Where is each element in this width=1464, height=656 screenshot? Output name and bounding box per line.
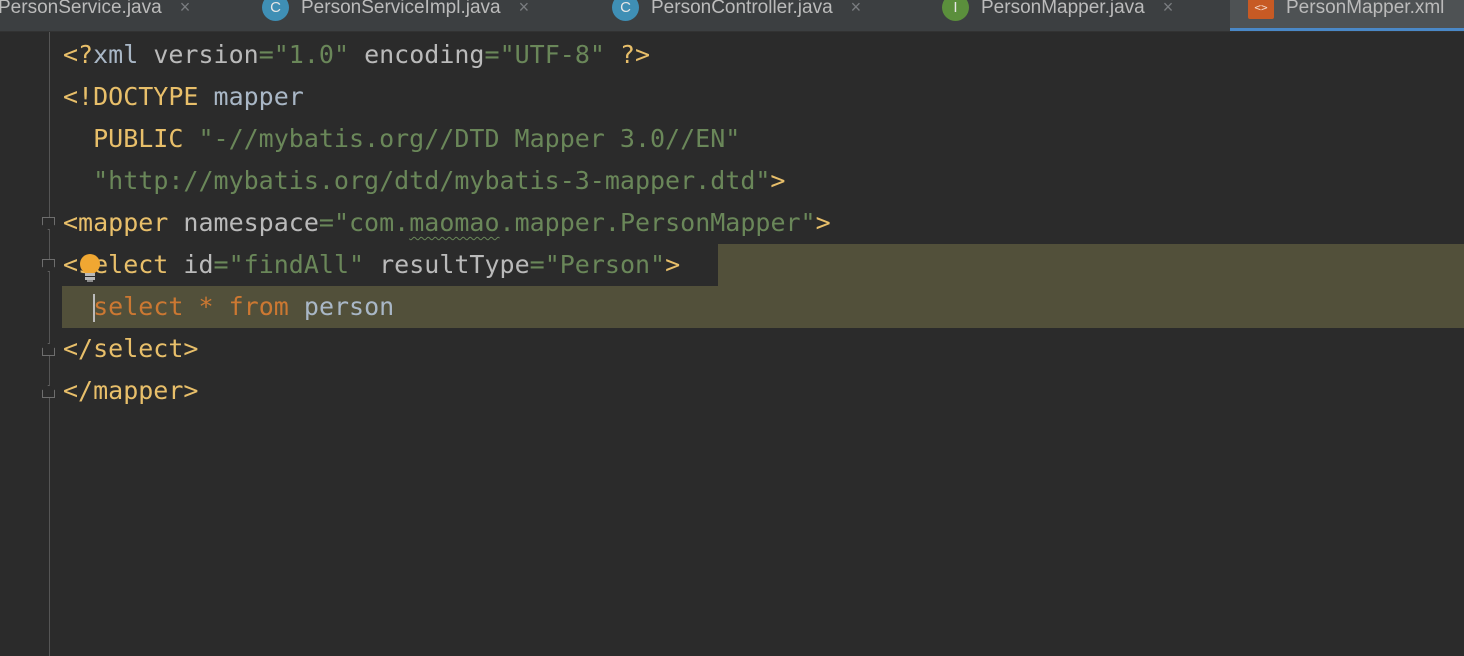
token: ?>: [604, 40, 651, 69]
tab-label: PersonController.java: [651, 0, 833, 18]
token: encoding: [364, 40, 485, 69]
tab-label: PersonMapper.java: [981, 0, 1145, 18]
token: <mapper: [63, 208, 184, 237]
class-icon: C: [262, 0, 289, 21]
code-line-2: <!DOCTYPE mapper: [63, 76, 304, 118]
token: =: [318, 208, 334, 237]
class-icon: C: [612, 0, 639, 21]
token: </mapper>: [63, 376, 199, 405]
fold-marker-icon[interactable]: [42, 385, 55, 398]
lightbulb-icon[interactable]: [79, 253, 101, 283]
tab-label: PersonMapper.xml: [1286, 0, 1445, 18]
token: mapper: [213, 82, 304, 111]
tab-personserviceimpl-java[interactable]: C PersonServiceImpl.java ×: [262, 0, 530, 31]
spellcheck-word[interactable]: maomao: [409, 208, 499, 237]
token: <!DOCTYPE: [63, 82, 214, 111]
token: xml: [93, 40, 154, 69]
code-line-6: <select id="findAll" resultType="Person"…: [63, 244, 680, 286]
token: "com.: [333, 208, 410, 237]
code-line-7: select * from person: [63, 286, 394, 328]
tab-label: PersonService.java: [0, 0, 162, 18]
token: >: [665, 250, 681, 279]
close-icon[interactable]: ×: [180, 0, 191, 16]
code-editor[interactable]: <?xml version="1.0" encoding="UTF-8" ?> …: [0, 32, 1464, 656]
close-icon[interactable]: ×: [851, 0, 862, 16]
tab-personservice-java[interactable]: PersonService.java ×: [0, 0, 191, 31]
sql-keyword: select: [93, 292, 184, 321]
token: </select>: [63, 334, 199, 363]
token: >: [815, 208, 831, 237]
token: =: [484, 40, 500, 69]
token: "http://mybatis.org/dtd/mybatis-3-mapper…: [93, 166, 771, 195]
editor-tab-bar: PersonService.java × C PersonServiceImpl…: [0, 0, 1464, 32]
fold-marker-icon[interactable]: [42, 217, 55, 230]
token: "findAll": [228, 250, 365, 279]
token: id: [183, 250, 214, 279]
token: =: [529, 250, 545, 279]
token: "Person": [544, 250, 666, 279]
token: .mapper.PersonMapper": [499, 208, 816, 237]
token: >: [770, 166, 786, 195]
tab-personcontroller-java[interactable]: C PersonController.java ×: [612, 0, 862, 31]
token: person: [303, 292, 395, 321]
token: version: [153, 40, 259, 69]
fold-marker-icon[interactable]: [42, 259, 55, 272]
token: "1.0": [273, 40, 350, 69]
fold-marker-icon[interactable]: [42, 343, 55, 356]
token: resultType: [379, 250, 530, 279]
tab-personmapper-xml[interactable]: <> PersonMapper.xml: [1230, 0, 1464, 31]
close-icon[interactable]: ×: [519, 0, 530, 16]
sql-keyword: from: [228, 292, 289, 321]
sql-keyword: *: [198, 292, 214, 321]
code-line-9: </mapper>: [63, 370, 198, 412]
token: =: [258, 40, 274, 69]
code-line-8: </select>: [63, 328, 198, 370]
code-line-4: "http://mybatis.org/dtd/mybatis-3-mapper…: [63, 160, 785, 202]
xml-file-icon: <>: [1248, 0, 1274, 19]
code-line-3: PUBLIC "-//mybatis.org//DTD Mapper 3.0//…: [63, 118, 740, 160]
token: <?: [63, 40, 94, 69]
close-icon[interactable]: ×: [1163, 0, 1174, 16]
token: PUBLIC: [63, 124, 199, 153]
code-line-5: <mapper namespace="com.maomao.mapper.Per…: [63, 202, 831, 244]
tab-label: PersonServiceImpl.java: [301, 0, 501, 18]
token: "-//mybatis.org//DTD Mapper 3.0//EN": [198, 124, 741, 153]
code-line-1: <?xml version="1.0" encoding="UTF-8" ?>: [63, 34, 650, 76]
tab-personmapper-java[interactable]: I PersonMapper.java ×: [942, 0, 1174, 31]
token: namespace: [183, 208, 319, 237]
text-caret: [93, 294, 95, 322]
line-highlight: [718, 244, 1464, 286]
token: =: [213, 250, 229, 279]
interface-icon: I: [942, 0, 969, 21]
token: "UTF-8": [499, 40, 605, 69]
